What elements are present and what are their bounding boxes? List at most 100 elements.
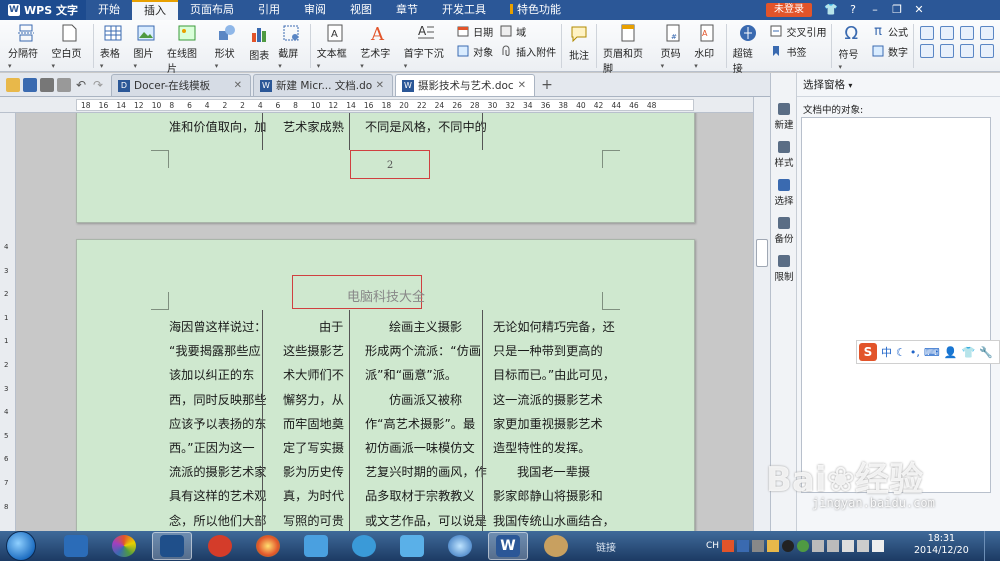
taskbar-app-wps[interactable]: W — [488, 532, 528, 560]
show-desktop-button[interactable] — [984, 531, 1000, 561]
ime-language-toggle[interactable]: 中 — [881, 344, 892, 360]
punctuation-icon[interactable]: •, — [910, 346, 920, 359]
side-restrict-button[interactable]: 限制 — [771, 255, 797, 283]
vertical-ruler[interactable]: 4 3 2 1 1 2 3 4 5 6 7 8 — [0, 113, 16, 531]
taskbar-app-ball[interactable] — [248, 532, 288, 560]
taskbar-app-paint[interactable] — [536, 532, 576, 560]
textbox-button[interactable]: A 文本框 — [313, 20, 356, 70]
object-button[interactable]: 对象 — [456, 43, 493, 59]
save-icon[interactable] — [23, 78, 37, 92]
form-textbox-icon[interactable] — [920, 26, 934, 40]
page-number-button[interactable]: # 页码 — [657, 20, 691, 70]
start-button[interactable] — [6, 531, 36, 561]
tray-qq-icon[interactable] — [782, 540, 795, 552]
menu-page-layout[interactable]: 页面布局 — [178, 0, 246, 20]
chart-button[interactable]: 图表 — [244, 20, 274, 70]
keyboard-icon[interactable]: ⌨ — [924, 346, 940, 359]
tray-volume-icon[interactable] — [812, 540, 825, 552]
field-button[interactable]: 域 — [499, 23, 556, 39]
page-number-frame[interactable]: 2 — [350, 150, 430, 179]
menu-review[interactable]: 审阅 — [292, 0, 338, 20]
tab-new-document[interactable]: W 新建 Micr... 文档.doc ✕ — [253, 74, 393, 96]
help-icon[interactable]: ? — [844, 1, 862, 19]
tab-docer-templates[interactable]: D Docer-在线模板 ✕ — [111, 74, 251, 96]
menu-special-features[interactable]: 特色功能 — [498, 0, 573, 20]
taskbar-app-colors[interactable] — [104, 532, 144, 560]
tray-sogou-icon[interactable] — [722, 540, 735, 552]
taskbar-app-globe[interactable] — [440, 532, 480, 560]
menu-home[interactable]: 开始 — [86, 0, 132, 20]
open-folder-icon[interactable] — [6, 78, 20, 92]
horizontal-ruler[interactable]: 18 16 14 12 10 8 6 4 2 2 4 6 8 10 12 14 16 18 20 22 24 26 28 30… — [0, 97, 770, 113]
header-footer-button[interactable]: 页眉和页脚 — [599, 20, 657, 75]
bookmark-button[interactable]: 书签 — [769, 43, 826, 59]
taskbar-app-weibo[interactable] — [200, 532, 240, 560]
form-shield-icon[interactable] — [960, 44, 974, 58]
side-new-button[interactable]: 新建 — [771, 103, 797, 131]
print-preview-icon[interactable] — [57, 78, 71, 92]
chevron-down-icon[interactable]: ▾ — [848, 81, 852, 90]
taskbar-app-video[interactable] — [152, 532, 192, 560]
wordart-button[interactable]: A 艺术字 — [356, 20, 399, 70]
tab-close-icon[interactable]: ✕ — [234, 80, 242, 91]
skin-icon[interactable]: 👕 — [822, 1, 840, 19]
menu-view[interactable]: 视图 — [338, 0, 384, 20]
tray-network-icon[interactable] — [827, 540, 840, 552]
blank-page-button[interactable]: 空白页 — [47, 20, 90, 70]
menu-chapter[interactable]: 章节 — [384, 0, 430, 20]
form-pencil-icon[interactable] — [940, 44, 954, 58]
break-button[interactable]: 分隔符 — [4, 20, 47, 70]
selection-pane-header[interactable]: 选择窗格 ▾ — [797, 73, 1000, 97]
formula-button[interactable]: π 公式 — [871, 23, 908, 39]
tray-speaker-icon[interactable] — [872, 540, 885, 552]
tab-close-icon[interactable]: ✕ — [376, 80, 384, 91]
form-button-icon[interactable] — [980, 26, 994, 40]
tray-language-indicator[interactable]: CH — [706, 541, 719, 551]
insert-attachment-button[interactable]: 插入附件 — [499, 43, 556, 59]
document-canvas[interactable]: 由美趣味、审美标准和价值取向，加 风格是摄影艺术家成熟 派的大家是共同中的不同是… — [16, 113, 753, 531]
page-3[interactable]: 电脑科技大全 海因曾这样说过： “我要揭露那些应 该加以纠正的东 西，同时反映那些 应该… — [76, 239, 695, 531]
cross-reference-button[interactable]: 交叉引用 — [769, 23, 826, 39]
print-icon[interactable] — [40, 78, 54, 92]
tray-flag-icon[interactable] — [767, 540, 780, 552]
sogou-logo-icon[interactable]: S — [859, 343, 877, 361]
wrench-icon[interactable]: 🔧 — [979, 346, 993, 359]
taskbar-app-swirl[interactable] — [344, 532, 384, 560]
number-button[interactable]: 数字 — [871, 43, 908, 59]
shape-button[interactable]: 形状 — [211, 20, 245, 70]
comment-button[interactable]: 批注 — [564, 20, 594, 70]
side-select-button[interactable]: 选择 — [771, 179, 797, 207]
hyperlink-button[interactable]: 超链接 — [729, 20, 767, 75]
table-button[interactable]: 表格 — [96, 20, 130, 70]
tray-help-icon[interactable] — [737, 540, 750, 552]
taskbar-app-cloud[interactable] — [392, 532, 432, 560]
taskbar-link-label[interactable]: 链接 — [596, 539, 616, 554]
half-moon-icon[interactable]: ☾ — [896, 346, 906, 359]
new-tab-button[interactable]: + — [537, 74, 557, 96]
restore-icon[interactable]: ❐ — [888, 1, 906, 19]
taskbar-app-bird[interactable] — [296, 532, 336, 560]
screenshot-button[interactable]: 截屏 — [274, 20, 308, 70]
skin-icon[interactable]: 👕 — [961, 346, 975, 359]
undo-icon[interactable]: ↶ — [74, 78, 88, 92]
taskbar-app-media[interactable] — [56, 532, 96, 560]
form-option-icon[interactable] — [920, 44, 934, 58]
user-icon[interactable]: 👤 — [944, 346, 958, 359]
date-button[interactable]: 日期 — [456, 23, 493, 39]
menu-developer[interactable]: 开发工具 — [430, 0, 498, 20]
scrollbar-thumb[interactable] — [756, 239, 768, 267]
redo-icon[interactable]: ↷ — [91, 78, 105, 92]
watermark-button[interactable]: A 水印 — [690, 20, 724, 70]
online-picture-button[interactable]: 在线图片 — [163, 20, 211, 75]
form-combobox-icon[interactable] — [960, 26, 974, 40]
form-list-icon[interactable] — [980, 44, 994, 58]
picture-button[interactable]: 图片 — [129, 20, 163, 70]
tab-photography-doc[interactable]: W 摄影技术与艺术.doc * ✕ — [395, 74, 535, 96]
tray-arrow-icon[interactable] — [752, 540, 765, 552]
tray-security-icon[interactable] — [797, 540, 810, 552]
close-icon[interactable]: ✕ — [910, 1, 928, 19]
login-button[interactable]: 未登录 — [766, 3, 812, 17]
symbol-button[interactable]: Ω 符号 — [834, 20, 868, 70]
menu-insert[interactable]: 插入 — [131, 0, 178, 20]
side-style-button[interactable]: 样式 — [771, 141, 797, 169]
